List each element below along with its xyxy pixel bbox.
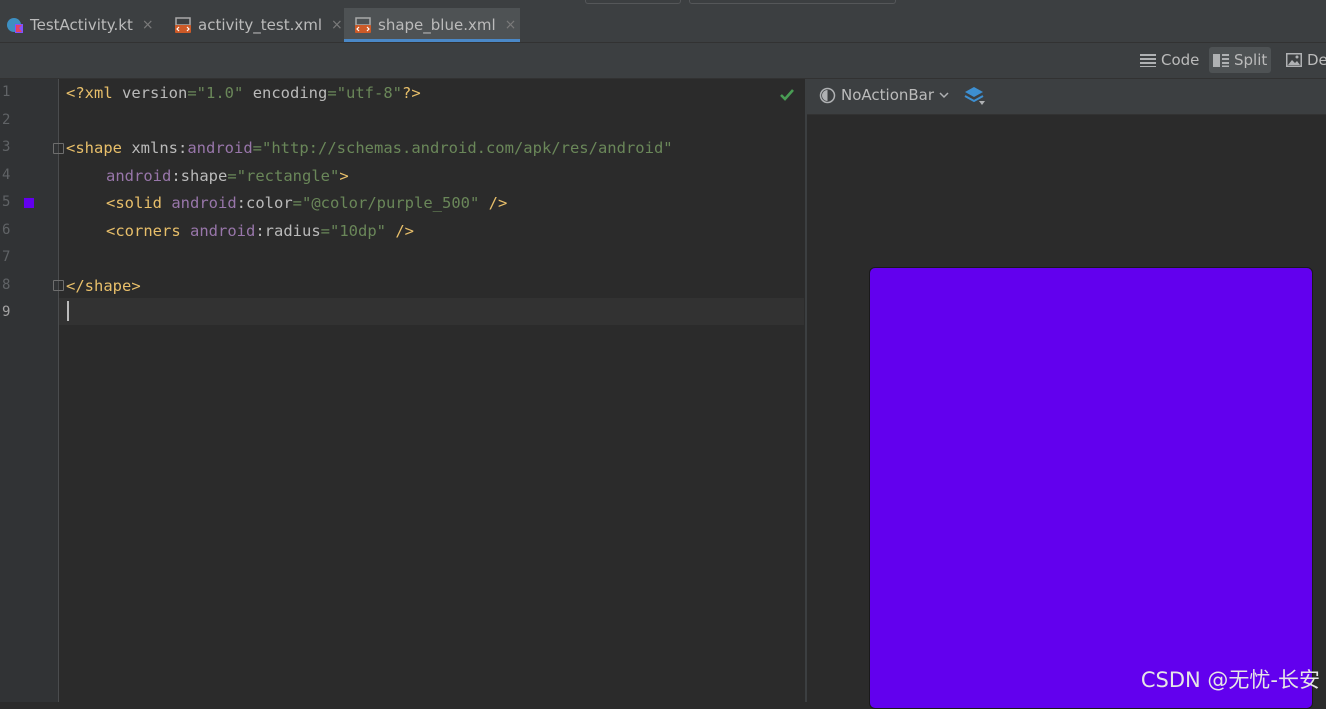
xml-drawable-file-icon bbox=[354, 16, 372, 34]
layers-icon[interactable] bbox=[963, 85, 987, 113]
line-number: 8 bbox=[2, 277, 11, 293]
image-icon bbox=[1286, 53, 1302, 67]
tab-label: activity_test.xml bbox=[198, 16, 323, 34]
design-view-button[interactable]: De bbox=[1282, 47, 1326, 73]
line-number-gutter: 1 2 3 4 5 6 7 8 9 bbox=[0, 79, 64, 702]
fold-marker-icon[interactable] bbox=[53, 143, 64, 154]
theme-icon bbox=[819, 87, 836, 103]
split-icon bbox=[1213, 53, 1229, 67]
watermark-text: CSDN @无忧-长安 bbox=[1140, 668, 1320, 692]
code-view-label: Code bbox=[1161, 51, 1200, 69]
code-view-button[interactable]: Code bbox=[1136, 47, 1203, 73]
close-icon[interactable]: × bbox=[505, 17, 517, 33]
tab-activity-test-xml[interactable]: activity_test.xml × bbox=[174, 8, 343, 42]
theme-label: NoActionBar bbox=[841, 86, 935, 104]
editor-tab-bar: TestActivity.kt × activity_test.xml × sh… bbox=[0, 8, 1326, 43]
chevron-down-icon bbox=[939, 92, 949, 99]
kotlin-file-icon bbox=[6, 16, 24, 34]
tab-shape-blue-xml[interactable]: shape_blue.xml × bbox=[344, 8, 520, 42]
code-line-1: <?xml version="1.0" encoding="utf-8"?> bbox=[66, 84, 421, 102]
shape-preview-rectangle[interactable] bbox=[869, 267, 1313, 709]
run-config-selector[interactable] bbox=[585, 0, 681, 4]
text-caret bbox=[67, 301, 69, 321]
line-number: 7 bbox=[2, 249, 11, 265]
line-number: 6 bbox=[2, 222, 11, 238]
code-editor[interactable]: 1 2 3 4 5 6 7 8 9 <?xml version="1.0" en… bbox=[0, 79, 805, 702]
code-line-4: android:shape="rectangle"> bbox=[106, 167, 349, 185]
lines-icon bbox=[1140, 54, 1156, 67]
close-icon[interactable]: × bbox=[331, 17, 343, 33]
line-number: 1 bbox=[2, 84, 11, 100]
design-view-label: De bbox=[1307, 51, 1326, 69]
tab-label: shape_blue.xml bbox=[378, 16, 496, 34]
code-line-6: <corners android:radius="10dp" /> bbox=[106, 222, 415, 240]
title-strip bbox=[0, 0, 1326, 8]
close-icon[interactable]: × bbox=[142, 17, 154, 33]
line-number: 2 bbox=[2, 112, 11, 128]
device-selector[interactable] bbox=[689, 0, 896, 4]
color-swatch-icon[interactable] bbox=[24, 198, 34, 208]
line-number: 4 bbox=[2, 167, 11, 183]
split-view-label: Split bbox=[1234, 51, 1268, 69]
design-preview-pane: NoActionBar bbox=[807, 79, 1326, 709]
inspection-ok-icon[interactable] bbox=[779, 87, 795, 106]
line-number-current: 9 bbox=[2, 304, 11, 320]
code-line-3: <shape xmlns:android="http://schemas.and… bbox=[66, 139, 673, 157]
line-number: 5 bbox=[2, 194, 11, 210]
line-number: 3 bbox=[2, 139, 11, 155]
xml-layout-file-icon bbox=[174, 16, 192, 34]
tab-testactivity-kt[interactable]: TestActivity.kt × bbox=[6, 8, 160, 42]
theme-selector[interactable]: NoActionBar bbox=[819, 86, 955, 104]
tab-label: TestActivity.kt bbox=[30, 16, 133, 34]
preview-toolbar: NoActionBar bbox=[807, 79, 1326, 115]
split-view-button[interactable]: Split bbox=[1209, 47, 1272, 73]
code-line-5: <solid android:color="@color/purple_500"… bbox=[106, 194, 508, 212]
current-line-highlight bbox=[59, 298, 804, 325]
code-line-8: </shape> bbox=[66, 277, 141, 295]
fold-marker-icon[interactable] bbox=[53, 280, 64, 291]
view-mode-toolbar: Code Split De bbox=[0, 43, 1326, 79]
